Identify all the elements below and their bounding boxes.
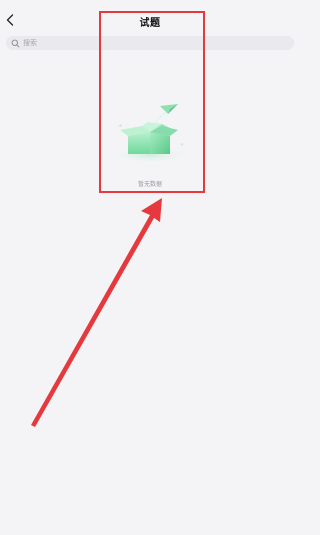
search-icon <box>11 39 20 48</box>
annotation-highlight-box <box>99 11 205 193</box>
